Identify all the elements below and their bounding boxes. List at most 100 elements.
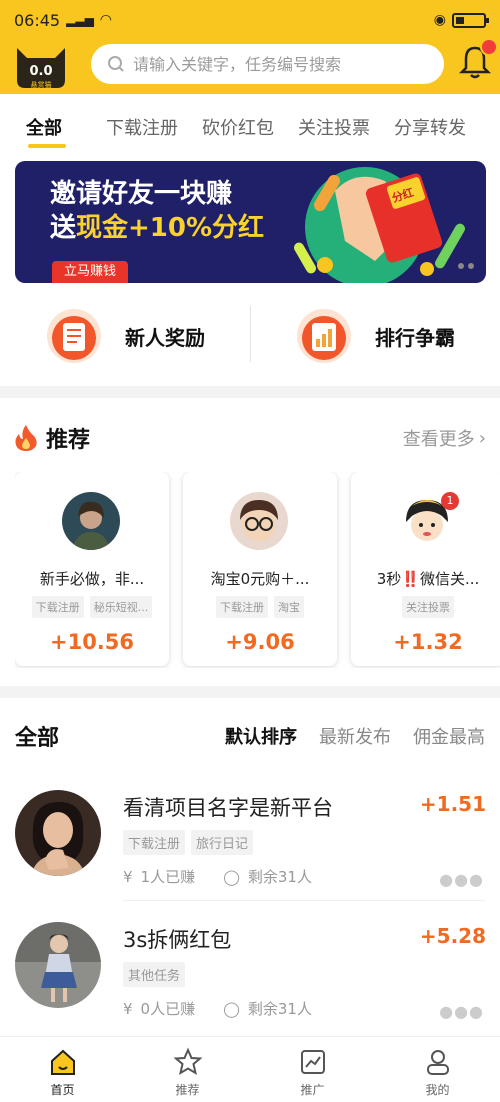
user-icon: ◯ [223,1000,240,1018]
quick-divider [250,306,251,362]
task-avatar [15,922,101,1008]
task-tag: 下载注册 [123,830,186,855]
signal-icon: ▂▃▅ [66,13,94,27]
remaining-count: ◯ 剩余31人 [223,868,312,886]
section-separator [0,686,500,698]
card-title: 淘宝0元购＋... [210,570,310,588]
sort-options: 默认排序 最新发布 佣金最高 [225,723,485,749]
tab-share-forward[interactable]: 分享转发 [394,104,466,140]
nav-recommend[interactable]: 推荐 [125,1037,250,1102]
remaining-count: ◯ 剩余31人 [223,1000,312,1018]
nav-recommend-label: 推荐 [175,1083,200,1097]
all-tasks-title: 全部 [15,726,60,751]
leaderboard-icon [297,309,351,363]
alarm-icon: ◉ [433,12,446,28]
chevron-right-icon: › [478,427,486,449]
section-separator [0,386,500,398]
more-options-icon[interactable]: ●●● [439,870,484,889]
avatar [230,492,288,550]
tab-bargain-redpacket[interactable]: 砍价红包 [202,104,274,140]
banner-pagination [458,263,474,269]
top-header: 06:45 ▂▃▅ ◠ ◉ 0.0 悬赏猫 [0,0,500,94]
banner-line1: 邀请好友一块赚 [50,179,233,209]
all-tasks-header: 全部 默认排序 最新发布 佣金最高 [15,718,485,754]
bottom-nav: 首页 推荐 推广 我的 [0,1036,500,1102]
banner-hand-redpacket-illustration: 分红 [294,167,465,283]
task-title: 3s拆俩红包 [123,928,232,952]
divider [123,900,485,901]
earned-count: ¥0人已赚 [123,1000,196,1018]
banner-dot [458,263,464,269]
task-reward: +5.28 [419,924,486,948]
svg-text:0.0: 0.0 [29,64,52,79]
fire-icon [15,425,37,451]
sort-latest[interactable]: 最新发布 [319,723,391,749]
nav-mine-label: 我的 [425,1083,450,1097]
sort-commission[interactable]: 佣金最高 [413,723,485,749]
view-more-link[interactable]: 查看更多 › [403,425,486,451]
battery-icon [452,12,489,28]
leaderboard-label: 排行争霸 [375,325,455,350]
task-tag: 旅行日记 [191,830,254,855]
tab-all[interactable]: 全部 [26,104,66,148]
yen-icon: ¥ [123,868,133,886]
svg-text:悬赏猫: 悬赏猫 [31,80,52,89]
search-icon [108,56,124,72]
card-tag: 淘宝 [274,596,304,618]
sort-default[interactable]: 默认排序 [225,723,297,749]
avatar [62,492,120,550]
more-options-icon[interactable]: ●●● [439,1002,484,1021]
home-icon [50,1049,75,1075]
nav-promote-label: 推广 [300,1083,325,1097]
category-tabs: 全部 下载注册 砍价红包 关注投票 分享转发 [0,104,500,150]
recommend-cards: 新手必做，非... 下载注册 秘乐短视... +10.56 淘宝0元购＋... … [15,472,500,668]
card-tag: 关注投票 [402,596,454,618]
task-reward: +1.51 [419,792,486,816]
task-avatar [15,790,101,876]
notification-dot [480,38,498,56]
card-price: +1.32 [393,630,463,654]
nav-home-label: 首页 [50,1083,75,1097]
promo-banner[interactable]: 邀请好友一块赚 送现金+10%分红 立马赚钱 分红 [15,161,486,283]
tab-download-register[interactable]: 下载注册 [106,104,178,140]
card-tag: 下载注册 [31,596,84,618]
task-tag: 其他任务 [123,962,186,987]
card-price: +9.06 [225,630,295,654]
card-price: +10.56 [49,630,135,654]
recommend-card[interactable]: 新手必做，非... 下载注册 秘乐短视... +10.56 [15,472,169,666]
recommend-card[interactable]: 1 3秒‼️微信关... 关注投票 +1.32 [351,472,500,666]
new-user-reward-entry[interactable]: 新人奖励 [0,298,250,374]
card-tag: 秘乐短视... [89,596,153,618]
new-user-reward-label: 新人奖励 [125,325,205,350]
app-logo[interactable]: 0.0 悬赏猫 [13,44,69,90]
chart-icon [300,1050,325,1074]
yen-icon: ¥ [123,1000,133,1018]
status-time: 06:45 [14,10,61,30]
card-badge: 1 [441,492,459,510]
recommend-title: 推荐 [14,422,90,454]
leaderboard-entry[interactable]: 排行争霸 [250,298,500,374]
task-title: 看清项目名字是新平台 [123,796,333,820]
quick-entries: 新人奖励 排行争霸 [0,298,500,374]
star-icon [172,1047,203,1076]
banner-dot [468,263,474,269]
card-title: 3秒‼️微信关... [376,570,480,588]
task-item[interactable]: 3s拆俩红包 +5.28 其他任务 ¥0人已赚 ◯ 剩余31人 ●●● [0,922,500,1052]
earned-count: ¥1人已赚 [123,868,196,886]
search-input[interactable] [133,54,433,74]
status-bar: 06:45 ▂▃▅ ◠ ◉ [0,0,500,40]
user-icon: ◯ [223,868,240,886]
tab-follow-vote[interactable]: 关注投票 [298,104,370,140]
nav-home[interactable]: 首页 [0,1037,125,1102]
recommend-header: 推荐 查看更多 › [14,420,486,456]
user-icon [426,1050,449,1075]
nav-mine[interactable]: 我的 [375,1037,500,1102]
card-title: 新手必做，非... [39,570,145,588]
search-bar[interactable] [91,44,444,84]
banner-line2: 送现金+10%分红 [50,213,265,243]
recommend-card[interactable]: 淘宝0元购＋... 下载注册 淘宝 +9.06 [183,472,337,666]
banner-cta-button[interactable]: 立马赚钱 [52,261,129,283]
gift-card-icon [47,309,101,363]
nav-promote[interactable]: 推广 [250,1037,375,1102]
card-tag: 下载注册 [216,596,268,618]
